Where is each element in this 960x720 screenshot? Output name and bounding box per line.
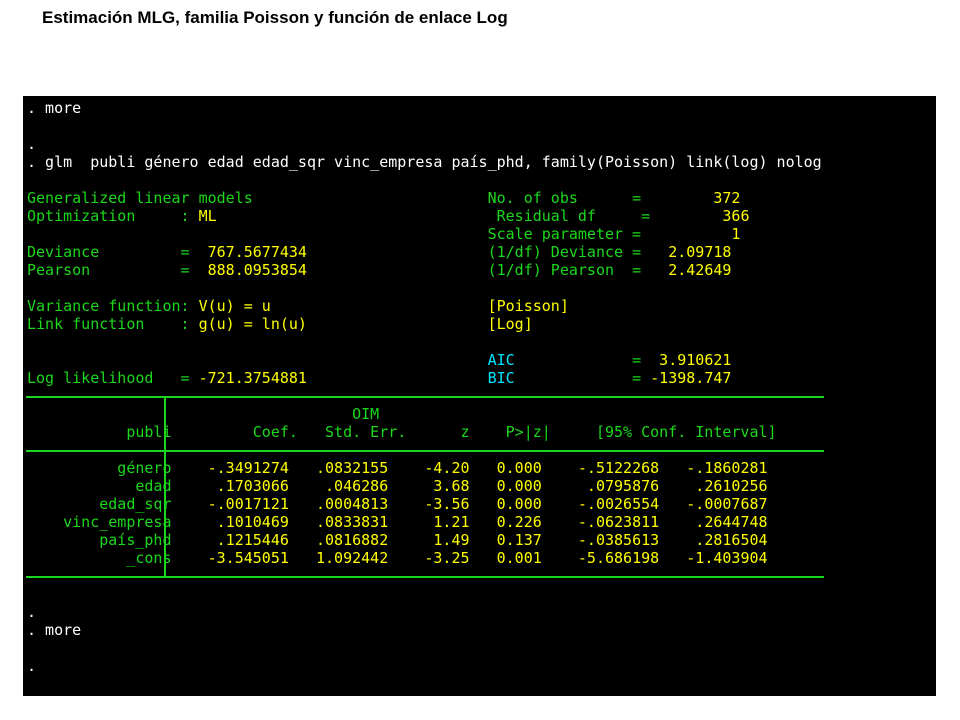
console-text: edad_sqr [27, 495, 172, 513]
table-header-rule [26, 450, 824, 452]
console-text: V(u) = u [198, 297, 271, 315]
coef-table-row: _cons -3.545051 1.092442 -3.25 0.001 -5.… [27, 549, 822, 567]
console-text: AIC [487, 351, 515, 369]
console-output: . more.. glm publi género edad edad_sqr … [27, 99, 822, 675]
console-text: Generalized linear models [27, 189, 488, 207]
console-text: . more [27, 621, 82, 639]
coef-table-row: edad_sqr -.0017121 .0004813 -3.56 0.000 … [27, 495, 822, 513]
console-line: . [27, 135, 822, 153]
console-text: Deviance = [27, 243, 208, 261]
console-text: .1010469 .0833831 1.21 0.226 -.0623811 .… [189, 513, 768, 531]
console-text: BIC [487, 369, 515, 387]
coef-table-row: edad .1703066 .046286 3.68 0.000 .079587… [27, 477, 822, 495]
console-text: publi Coef. Std. Err. z P>|z| [95% Conf.… [27, 423, 777, 441]
console-text: . more [27, 99, 82, 117]
console-line: Link function : g(u) = ln(u) [Log] [27, 315, 822, 333]
console-text: -3.545051 1.092442 -3.25 0.001 -5.686198… [189, 549, 768, 567]
console-text: Log likelihood = [27, 369, 199, 387]
console-text: . [27, 135, 37, 153]
console-text: = [514, 351, 660, 369]
console-text: Pearson = [27, 261, 208, 279]
console-text: g(u) = ln(u) [198, 315, 307, 333]
console-text: país_phd [27, 531, 172, 549]
console-text: 1 [731, 225, 741, 243]
slide-title: Estimación MLG, familia Poisson y funció… [42, 8, 508, 27]
console-text: 767.5677434 [207, 243, 307, 261]
table-top-rule [26, 396, 824, 398]
console-text: Scale parameter = [27, 225, 732, 243]
console-text: 3.910621 [659, 351, 732, 369]
coef-table-row: vinc_empresa .1010469 .0833831 1.21 0.22… [27, 513, 822, 531]
console-text: género [27, 459, 172, 477]
console-text: _cons [27, 549, 172, 567]
console-text: . [27, 657, 37, 675]
console-text: 888.0953854 [207, 261, 307, 279]
console-line: Pearson = 888.0953854 (1/df) Pearson = 2… [27, 261, 822, 279]
console-line: Generalized linear models No. of obs = 3… [27, 189, 822, 207]
console-text: No. of obs [487, 189, 578, 207]
console-text: 2.09718 [668, 243, 732, 261]
table-header-columns: publi Coef. Std. Err. z P>|z| [95% Conf.… [27, 423, 822, 441]
console-line: Deviance = 767.5677434 (1/df) Deviance =… [27, 243, 822, 261]
coef-table-row: género -.3491274 .0832155 -4.20 0.000 -.… [27, 459, 822, 477]
console-text: ML [198, 207, 217, 225]
console-line: Log likelihood = -721.3754881 BIC = -139… [27, 369, 822, 387]
console-text: .1215446 .0816882 1.49 0.137 -.0385613 .… [189, 531, 768, 549]
console-text: -.0017121 .0004813 -3.56 0.000 -.0026554… [189, 495, 768, 513]
console-text: .1703066 .046286 3.68 0.000 .0795876 .26… [189, 477, 768, 495]
console-text: [Log] [487, 315, 533, 333]
console-line: Scale parameter = 1 [27, 225, 822, 243]
console-line: . more [27, 99, 822, 117]
stata-results-window: . more.. glm publi género edad edad_sqr … [23, 96, 936, 696]
console-line: . [27, 657, 822, 675]
console-text: Residual df = [216, 207, 723, 225]
console-text: . [27, 603, 37, 621]
console-text: -.3491274 .0832155 -4.20 0.000 -.5122268… [189, 459, 768, 477]
console-text: . glm publi género edad edad_sqr vinc_em… [27, 153, 822, 171]
console-text: -1398.747 [650, 369, 732, 387]
coef-table-row: país_phd .1215446 .0816882 1.49 0.137 -.… [27, 531, 822, 549]
console-text: (1/df) Pearson = [306, 261, 669, 279]
console-text: 372 [713, 189, 741, 207]
console-text: OIM [27, 405, 380, 423]
console-line: . [27, 603, 822, 621]
console-text: Variance function: [27, 297, 199, 315]
console-text: vinc_empresa [27, 513, 172, 531]
console-text: [Poisson] [487, 297, 569, 315]
console-text: -721.3754881 [198, 369, 307, 387]
table-column-divider [164, 396, 166, 576]
console-line: Optimization : ML Residual df = 366 [27, 207, 822, 225]
console-text: Link function : [27, 315, 199, 333]
console-text: 366 [722, 207, 750, 225]
console-text: = [577, 189, 714, 207]
console-text: edad [27, 477, 172, 495]
console-text: Optimization : [27, 207, 199, 225]
table-bottom-rule [26, 576, 824, 578]
console-line: . glm publi género edad edad_sqr vinc_em… [27, 153, 822, 171]
console-text: = [514, 369, 651, 387]
console-line: . more [27, 621, 822, 639]
console-line: AIC = 3.910621 [27, 351, 822, 369]
console-text: (1/df) Deviance = [306, 243, 669, 261]
console-text: 2.42649 [668, 261, 732, 279]
console-line: Variance function: V(u) = u [Poisson] [27, 297, 822, 315]
table-header-oim: OIM [27, 405, 822, 423]
